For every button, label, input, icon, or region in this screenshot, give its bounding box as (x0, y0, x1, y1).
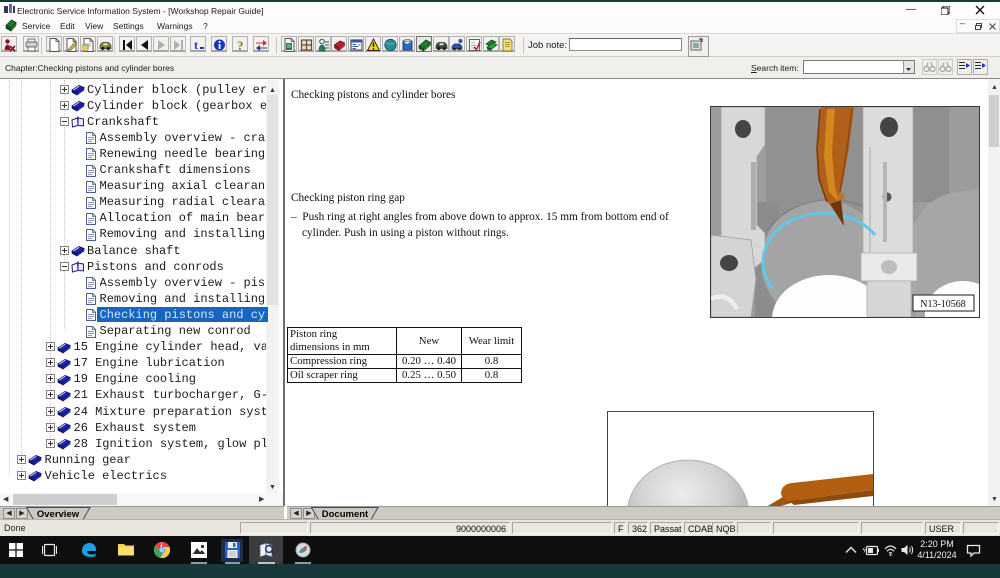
svg-text:t: t (194, 38, 198, 52)
svg-text:N13-10568: N13-10568 (920, 299, 966, 310)
svg-text:?: ? (237, 38, 244, 52)
